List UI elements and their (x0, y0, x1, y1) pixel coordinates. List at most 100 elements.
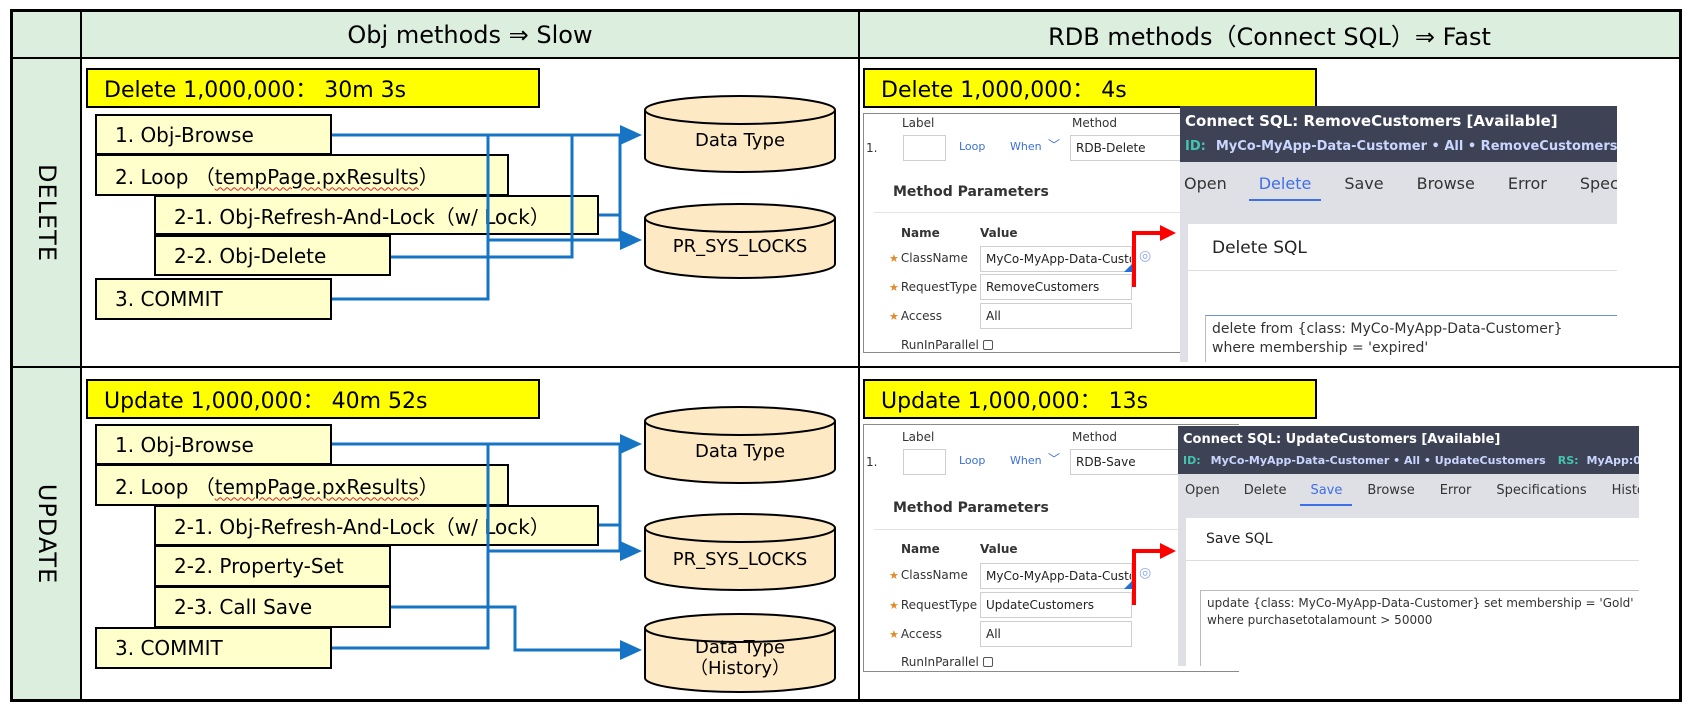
delete-obj-timing: Delete 1,000,000： 30m 3s (86, 68, 540, 108)
tab-save[interactable]: Save (1344, 174, 1383, 193)
tab-delete[interactable]: Delete (1244, 483, 1287, 498)
run-in-parallel-checkbox[interactable] (982, 340, 993, 350)
rdb-methods-header: RDB methods（Connect SQL）⇒ Fast (859, 11, 1680, 58)
required-star-icon: ★ (889, 628, 899, 641)
param-name-classname: ★ ClassName (889, 568, 968, 582)
tab-browse[interactable]: Browse (1417, 174, 1475, 193)
id-label: ID: (1183, 454, 1201, 467)
tab-browse[interactable]: Browse (1367, 483, 1414, 498)
tab-open[interactable]: Open (1185, 483, 1220, 498)
delete-connect-sql-window: Connect SQL: RemoveCustomers [Available]… (1180, 106, 1617, 362)
sql-body: Delete SQL delete from {class: MyCo-MyAp… (1188, 224, 1617, 362)
sql-window-title: Connect SQL: UpdateCustomers [Available] (1183, 432, 1501, 447)
step-label: 2-1. Obj-Refresh-And-Lock（w/ Lock） (174, 515, 550, 539)
delete-rdb-timing: Delete 1,000,000： 4s (863, 68, 1317, 108)
step-label-input[interactable] (903, 135, 946, 161)
delete-step-obj-delete: 2-2. Obj-Delete (154, 235, 391, 276)
corner-header-cell (12, 11, 81, 58)
method-input[interactable]: RDB-Delete (1070, 135, 1190, 161)
divider (874, 529, 1184, 530)
param-value-requesttype[interactable]: RemoveCustomers (980, 274, 1132, 300)
step-label: 2-2. Property-Set (174, 554, 344, 578)
sql-body-title: Save SQL (1206, 531, 1273, 547)
divider (874, 212, 1184, 213)
param-value-requesttype[interactable]: UpdateCustomers (980, 592, 1132, 618)
param-name: Access (900, 627, 942, 641)
update-step-refresh-lock: 2-1. Obj-Refresh-And-Lock（w/ Lock） (154, 505, 599, 546)
when-link[interactable]: When (1010, 454, 1042, 467)
tab-error[interactable]: Error (1440, 483, 1472, 498)
sql-window-id: ID: MyCo-MyApp-Data-Customer • All • Upda… (1183, 454, 1639, 467)
save-sql-textarea[interactable]: update {class: MyCo-MyApp-Data-Customer}… (1200, 590, 1639, 666)
sql-window-title: Connect SQL: RemoveCustomers [Available] (1185, 112, 1558, 130)
param-name: RequestType (900, 598, 978, 612)
chevron-down-icon[interactable]: ﹀ (1048, 450, 1060, 467)
sql-window-header: Connect SQL: RemoveCustomers [Available]… (1180, 106, 1617, 162)
delete-step-obj-browse: 1. Obj-Browse (95, 114, 332, 155)
sql-tabs: Open Delete Save Browse Error Specificat… (1178, 483, 1639, 506)
param-name: Access (900, 309, 942, 323)
param-value-classname[interactable]: MyCo-MyApp-Data-Custo (980, 246, 1132, 272)
delete-obj-timing-text: Delete 1,000,000： 30m 3s (104, 78, 407, 103)
update-db-sys-locks: PR_SYS_LOCKS (643, 512, 837, 592)
step-label: 3. COMMIT (115, 287, 223, 311)
tab-history[interactable]: Histo (1612, 483, 1639, 498)
required-star-icon: ★ (889, 569, 899, 582)
sql-window-header: Connect SQL: UpdateCustomers [Available]… (1178, 426, 1639, 474)
delete-sql-textarea[interactable]: delete from {class: MyCo-MyApp-Data-Cust… (1205, 315, 1617, 362)
param-name-requesttype: ★ RequestType (889, 598, 977, 612)
sql-line: where purchasetotalamount > 50000 (1207, 613, 1433, 627)
required-star-icon: ★ (889, 252, 899, 265)
step-label-input[interactable] (903, 449, 946, 475)
step-label: 3. COMMIT (115, 636, 223, 660)
update-rdb-timing-text: Update 1,000,000： 13s (881, 389, 1149, 414)
param-value-classname[interactable]: MyCo-MyApp-Data-Custo (980, 563, 1132, 589)
target-icon[interactable]: ◎ (1139, 248, 1151, 264)
when-link[interactable]: When (1010, 140, 1042, 153)
name-header: Name (901, 542, 940, 556)
tab-save[interactable]: Save (1300, 483, 1353, 506)
step-number: 1. (866, 141, 878, 155)
delete-method-form: Label Method 1. Loop When ﹀ RDB-Delete M… (863, 113, 1190, 353)
rdb-methods-title: RDB methods（Connect SQL）⇒ Fast (1048, 23, 1491, 51)
sql-body-title: Delete SQL (1212, 238, 1307, 258)
obj-methods-header: Obj methods ⇒ Slow (81, 11, 859, 58)
delete-rdb-timing-text: Delete 1,000,000： 4s (881, 78, 1127, 103)
run-in-parallel-label: RunInParallel (901, 338, 979, 352)
tab-specifications[interactable]: Specifications (1496, 483, 1586, 498)
sql-line: update {class: MyCo-MyApp-Data-Customer}… (1207, 596, 1634, 610)
update-row-header: UPDATE (12, 367, 81, 700)
tab-delete[interactable]: Delete (1248, 174, 1321, 201)
update-obj-timing: Update 1,000,000： 40m 52s (86, 379, 540, 419)
chevron-down-icon[interactable]: ﹀ (1048, 136, 1060, 153)
required-star-icon: ★ (889, 281, 899, 294)
step-label-page: tempPage.pxResults (214, 474, 419, 499)
param-value-access[interactable]: All (980, 303, 1132, 329)
param-name: RequestType (900, 280, 978, 294)
rs-label: RS: (1557, 454, 1579, 467)
run-in-parallel-checkbox[interactable] (982, 657, 993, 667)
update-db-data-type-history: Data Type （History） (643, 612, 837, 694)
param-value-access[interactable]: All (980, 621, 1132, 647)
delete-row-header: DELETE (12, 58, 81, 367)
target-icon[interactable]: ◎ (1139, 565, 1151, 581)
required-star-icon: ★ (889, 599, 899, 612)
loop-link[interactable]: Loop (959, 454, 985, 467)
tab-error[interactable]: Error (1508, 174, 1547, 193)
delete-step-refresh-lock: 2-1. Obj-Refresh-And-Lock（w/ Lock） (154, 195, 599, 235)
database-label: Data Type (694, 637, 786, 658)
sql-window-id: ID: MyCo-MyApp-Data-Customer • All • Remo… (1185, 139, 1617, 154)
sql-line: delete from {class: MyCo-MyApp-Data-Cust… (1212, 321, 1563, 337)
database-label: Data Type (694, 441, 786, 462)
tab-specifications[interactable]: Specif (1580, 174, 1617, 193)
sql-line: where membership = 'expired' (1212, 340, 1429, 356)
loop-link[interactable]: Loop (959, 140, 985, 153)
update-step-obj-browse: 1. Obj-Browse (95, 424, 332, 465)
param-name: ClassName (900, 251, 968, 265)
param-name-access: ★ Access (889, 309, 942, 323)
tab-open[interactable]: Open (1184, 174, 1227, 193)
param-name-access: ★ Access (889, 627, 942, 641)
method-header: Method (1072, 430, 1118, 444)
database-label: Data Type (694, 130, 786, 151)
method-input[interactable]: RDB-Save (1070, 449, 1190, 475)
